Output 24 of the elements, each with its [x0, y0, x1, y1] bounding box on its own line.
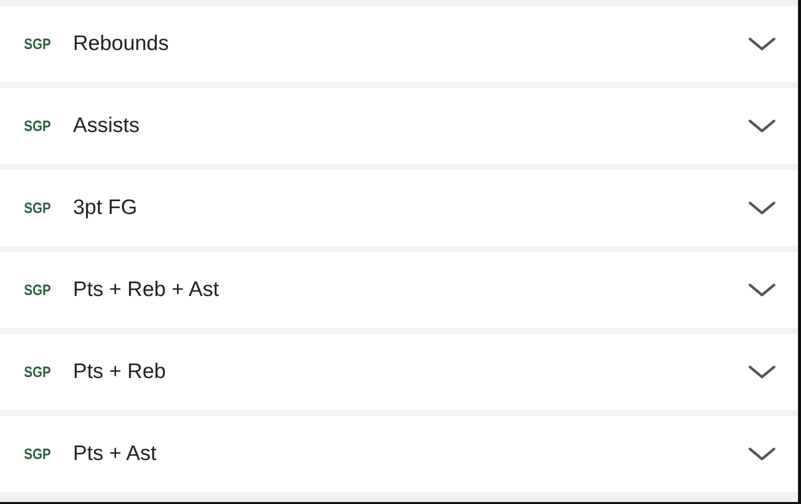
- sgp-label: SGP: [24, 446, 52, 462]
- market-row[interactable]: SGP Assists: [0, 88, 798, 164]
- sgp-label: SGP: [24, 36, 52, 52]
- chevron-icon[interactable]: [748, 446, 776, 462]
- market-row[interactable]: SGP Pts + Ast: [0, 416, 798, 492]
- market-title: Pts + Reb: [73, 360, 167, 384]
- chevron-icon[interactable]: [748, 36, 776, 52]
- market-row[interactable]: SGP 3pt FG: [0, 170, 798, 246]
- market-title: Pts + Reb + Ast: [73, 278, 220, 302]
- chevron-icon[interactable]: [748, 118, 776, 134]
- market-row[interactable]: SGP Rebounds: [0, 6, 798, 82]
- market-title: Pts + Ast: [73, 442, 158, 466]
- market-row[interactable]: SGP Pts + Reb: [0, 334, 798, 410]
- market-title: 3pt FG: [73, 196, 138, 220]
- sgp-label: SGP: [24, 282, 52, 298]
- chevron-icon[interactable]: [748, 282, 776, 298]
- chevron-icon[interactable]: [748, 364, 776, 380]
- market-row[interactable]: SGP Pts + Reb + Ast: [0, 252, 798, 328]
- sgp-label: SGP: [24, 364, 52, 380]
- sgp-label: SGP: [24, 118, 52, 134]
- chevron-icon[interactable]: [748, 200, 776, 216]
- market-title: Assists: [73, 114, 141, 138]
- sgp-label: SGP: [24, 200, 52, 216]
- market-title: Rebounds: [73, 32, 170, 56]
